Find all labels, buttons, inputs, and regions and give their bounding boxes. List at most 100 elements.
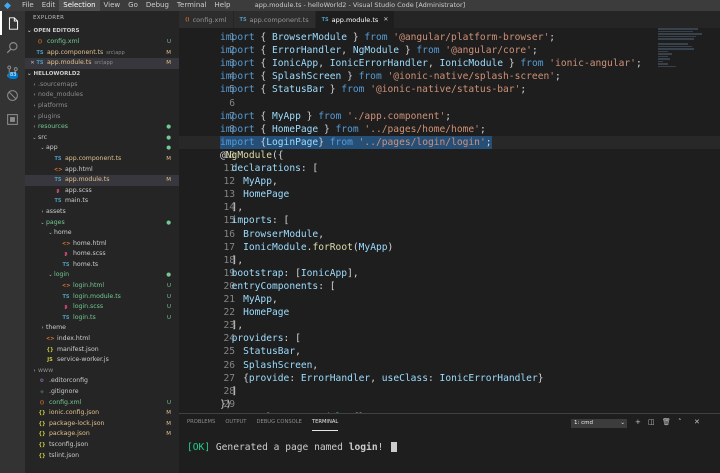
file-item[interactable]: TS login.module.ts U (25, 292, 179, 303)
panel-tab-debug-console[interactable]: DEBUG CONSOLE (256, 414, 301, 431)
close-panel-icon[interactable]: ✕ (694, 418, 700, 426)
search-icon[interactable] (0, 35, 25, 59)
code-text: import { IonicApp, IonicErrorHandler, Io… (220, 57, 642, 70)
code-token: ], (220, 320, 244, 332)
file-item[interactable]: ⚙ .editorconfig (25, 376, 179, 387)
explorer-icon[interactable] (0, 11, 25, 35)
code-line: 26 SplashScreen, (179, 359, 720, 372)
code-token: { (254, 123, 272, 135)
code-text: ], (220, 254, 244, 267)
file-item[interactable]: TS app.module.ts M (25, 175, 179, 186)
file-item[interactable]: {} package.json M (25, 429, 179, 440)
folder-item[interactable]: › platforms (25, 101, 179, 112)
code-token: } (399, 45, 417, 57)
folder-item[interactable]: › www (25, 366, 179, 377)
folder-item[interactable]: ⌄ home (25, 228, 179, 239)
debug-icon[interactable] (0, 83, 25, 107)
open-editor-item[interactable]: ⟨⟩ config.xml U (25, 37, 179, 48)
menu-selection[interactable]: Selection (59, 0, 100, 11)
folder-item[interactable]: ⌄ app ● (25, 143, 179, 154)
editor-tab[interactable]: ⟨⟩ config.xml (179, 11, 234, 28)
folder-item[interactable]: › plugins (25, 112, 179, 123)
terminal-output[interactable]: [OK] Generated a page named login! (187, 442, 398, 453)
trash-icon[interactable]: 🗑 (662, 418, 671, 426)
file-item[interactable]: ʂ app.scss (25, 186, 179, 197)
menu-help[interactable]: Help (211, 0, 235, 11)
chevron-up-icon[interactable]: ˄ (678, 418, 682, 426)
file-item[interactable]: ◆ .gitignore (25, 387, 179, 398)
file-label: main.ts (65, 197, 89, 205)
file-label: login.module.ts (73, 292, 121, 300)
code-token: IonicErrorHandler (439, 372, 538, 384)
menu-view[interactable]: View (100, 0, 125, 11)
folder-item[interactable]: › resources ● (25, 122, 179, 133)
code-token: , (370, 372, 382, 384)
open-editors-header[interactable]: ⌄ OPEN EDITORS (25, 26, 179, 37)
code-token: ; (635, 58, 642, 70)
folder-item[interactable]: ⌄ pages ● (25, 218, 179, 229)
menu-file[interactable]: File (18, 0, 38, 11)
vscode-logo-icon: ◆ (4, 0, 11, 11)
file-item[interactable]: ʂ login.scss U (25, 302, 179, 313)
panel-tab-output[interactable]: OUTPUT (225, 414, 246, 431)
file-item[interactable]: ʂ home.scss (25, 249, 179, 260)
file-item[interactable]: {} tsconfig.json (25, 440, 179, 451)
open-editor-item[interactable]: TS app.component.ts src\app M (25, 48, 179, 59)
file-item[interactable]: {} package-lock.json M (25, 419, 179, 430)
folder-item[interactable]: ⌄ login ● (25, 270, 179, 281)
split-terminal-icon[interactable]: ◫ (648, 418, 655, 426)
file-item[interactable]: {} manifest.json (25, 345, 179, 356)
menu-go[interactable]: Go (124, 0, 142, 11)
folder-item[interactable]: ⌄ src ● (25, 133, 179, 144)
code-editor[interactable]: 1 import { BrowserModule } from '@angular… (179, 28, 720, 413)
close-tab-icon[interactable]: ✕ (383, 16, 388, 23)
code-token: SplashScreen (271, 71, 342, 83)
folder-item[interactable]: › node_modules (25, 90, 179, 101)
file-item[interactable]: TS home.ts (25, 260, 179, 271)
file-item[interactable]: TS app.component.ts M (25, 154, 179, 165)
file-item[interactable]: <> login.html U (25, 281, 179, 292)
line-number: 6 (229, 97, 235, 109)
code-text: entryComponents: [ (220, 280, 336, 293)
editor-tab[interactable]: TS app.component.ts (233, 11, 316, 28)
typescript-file-icon: TS (54, 177, 62, 184)
folder-item[interactable]: › assets (25, 207, 179, 218)
close-icon[interactable]: ✕ (29, 58, 36, 69)
folder-item[interactable]: › theme (25, 323, 179, 334)
menu-debug[interactable]: Debug (142, 0, 173, 11)
panel-tab-terminal[interactable]: TERMINAL (311, 414, 339, 431)
terminal-select[interactable]: 1: cmd ⌄ (571, 419, 627, 428)
code-line: 28 ] (179, 385, 720, 398)
code-text: HomePage (220, 188, 289, 201)
file-item[interactable]: <> app.html (25, 165, 179, 176)
file-item[interactable]: TS main.ts (25, 196, 179, 207)
source-control-icon[interactable]: 83 (0, 59, 25, 83)
code-line: 15 imports: [ (179, 214, 720, 227)
typescript-file-icon: TS (321, 16, 329, 23)
project-header[interactable]: ⌄ HELLOWORLD2 (25, 69, 179, 80)
code-token: ] (220, 385, 238, 397)
code-token: ; (479, 123, 486, 135)
open-editor-item[interactable]: ✕ TS app.module.ts src\app M (25, 58, 179, 69)
file-item[interactable]: {} tslint.json (25, 451, 179, 462)
file-item[interactable]: <> index.html (25, 334, 179, 345)
menu-edit[interactable]: Edit (38, 0, 60, 11)
file-item[interactable]: <> home.html (25, 239, 179, 250)
file-item[interactable]: {} ionic.config.json M (25, 408, 179, 419)
editor-tab[interactable]: TS app.module.ts ✕ (315, 11, 396, 28)
editor-tabs: ⟨⟩ config.xml TS app.component.ts TS app.modu… (179, 11, 720, 28)
code-token: BrowserModule (243, 228, 319, 240)
add-terminal-icon[interactable]: + (635, 418, 641, 426)
code-token: : (427, 372, 440, 384)
file-label: .sourcemaps (38, 80, 78, 88)
code-token: : (289, 372, 301, 384)
file-item[interactable]: ⟨⟩ config.xml U (25, 398, 179, 409)
folder-item[interactable]: › .sourcemaps (25, 80, 179, 91)
file-item[interactable]: JS service-worker.js (25, 355, 179, 366)
file-item[interactable]: TS login.ts U (25, 313, 179, 324)
extensions-icon[interactable] (0, 107, 25, 131)
menu-terminal[interactable]: Terminal (173, 0, 211, 11)
panel-tab-problems[interactable]: PROBLEMS (187, 414, 215, 431)
